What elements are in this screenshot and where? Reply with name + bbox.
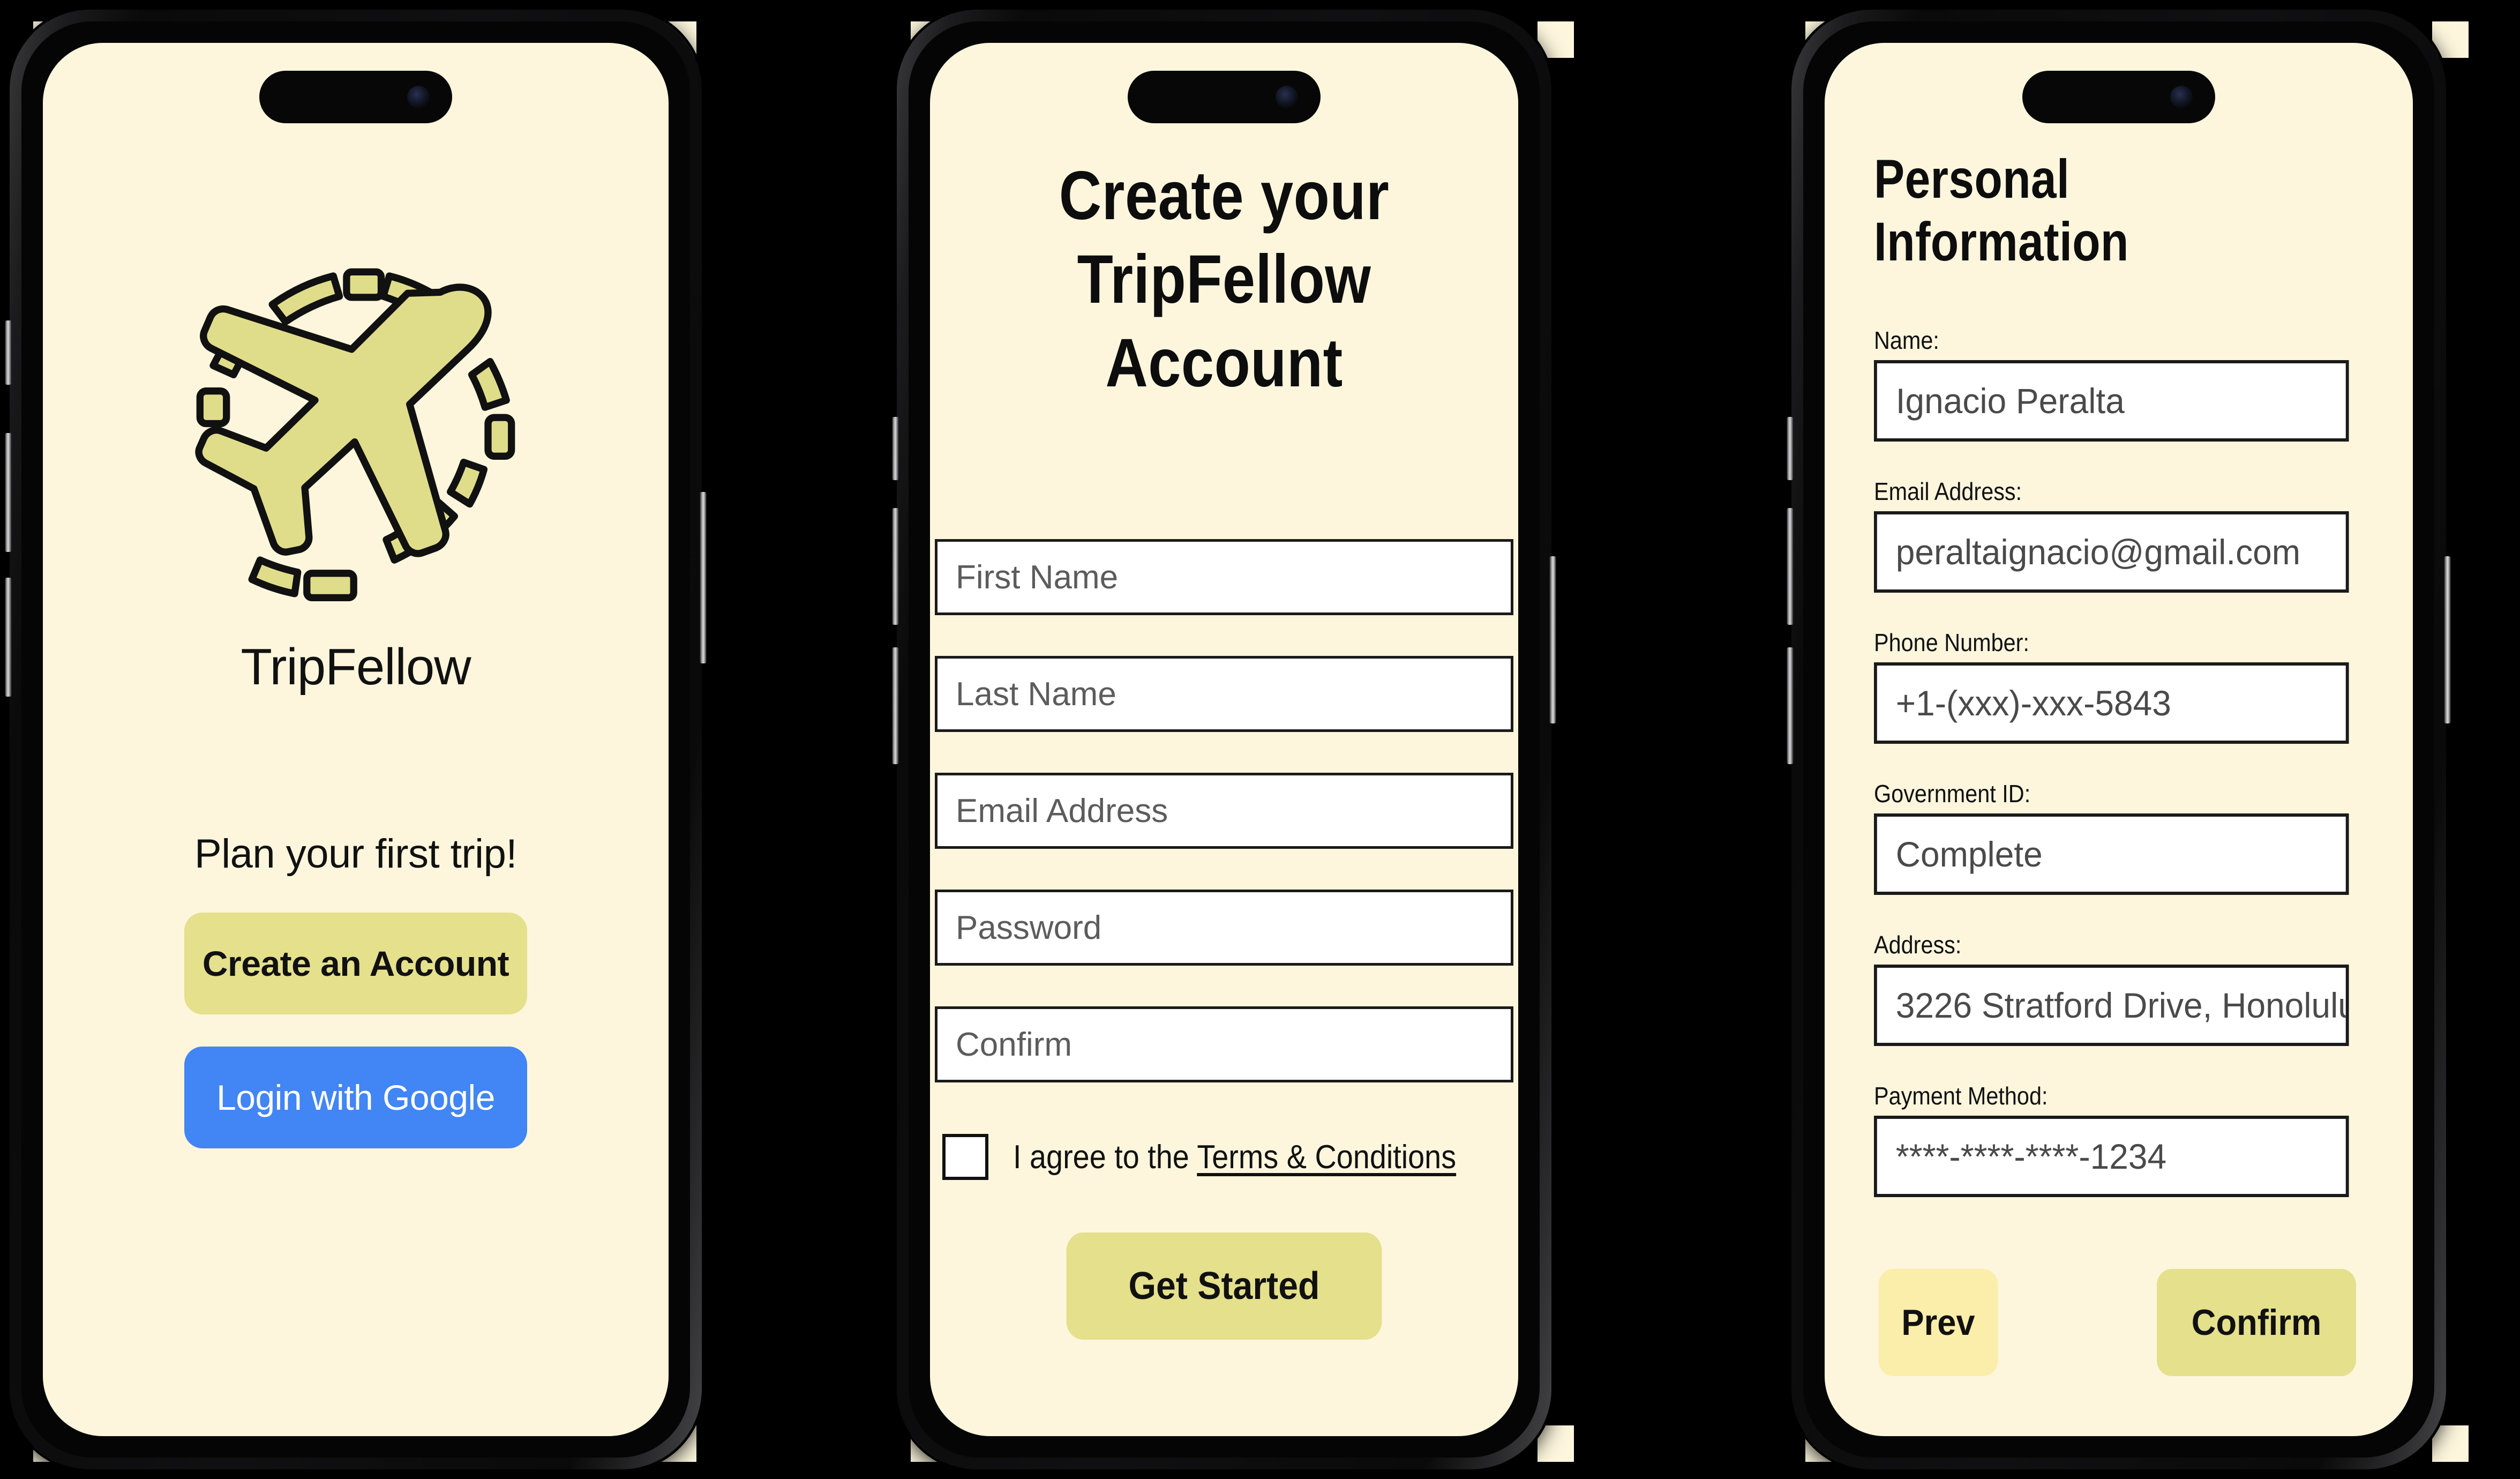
create-account-button[interactable]: Create an Account xyxy=(184,913,527,1014)
last-name-input[interactable]: Last Name xyxy=(935,656,1513,733)
email-address-input[interactable]: peraltaignacio@gmail.com xyxy=(1874,511,2349,593)
power-button[interactable] xyxy=(700,492,707,663)
email-address-input[interactable]: Email Address xyxy=(935,773,1513,849)
phone-mockup-welcome: TripFellow Plan your first trip! Create … xyxy=(5,10,707,1469)
volume-down-button-2[interactable] xyxy=(892,647,899,764)
screen-personal-info: Personal Information Name: Ignacio Peral… xyxy=(1825,43,2413,1436)
front-camera-icon xyxy=(407,86,430,108)
page-title-personal-information: Personal Information xyxy=(1874,148,2129,272)
payment-method-label: Payment Method: xyxy=(1874,1082,2048,1110)
dynamic-island-2 xyxy=(1128,71,1321,123)
signup-title-line-1: Create your xyxy=(1059,158,1390,234)
power-button-3[interactable] xyxy=(2444,556,2451,723)
terms-agreement-label: I agree to the Terms & Conditions xyxy=(1013,1138,1456,1176)
dynamic-island xyxy=(259,71,452,123)
volume-up-button-2[interactable] xyxy=(892,508,899,625)
name-input[interactable]: Ignacio Peralta xyxy=(1874,360,2349,442)
power-button-2[interactable] xyxy=(1549,556,1556,723)
tagline: Plan your first trip! xyxy=(194,831,517,877)
phone-number-label: Phone Number: xyxy=(1874,629,2029,656)
corner-marker-br-3 xyxy=(2432,1425,2469,1462)
terms-and-conditions-link[interactable]: Terms & Conditions xyxy=(1197,1139,1457,1176)
signup-title-line-2: TripFellow Account xyxy=(1077,241,1371,402)
terms-agreement-prefix: I agree to the xyxy=(1013,1138,1197,1176)
volume-up-button-3[interactable] xyxy=(1787,508,1794,625)
name-label: Name: xyxy=(1874,326,1939,354)
volume-down-button[interactable] xyxy=(5,578,12,697)
app-logo xyxy=(152,225,559,632)
phone-bezel-personal-info: Personal Information Name: Ignacio Peral… xyxy=(1803,21,2434,1458)
terms-checkbox[interactable] xyxy=(942,1134,989,1181)
first-name-input[interactable]: First Name xyxy=(935,539,1513,616)
government-id-label: Government ID: xyxy=(1874,780,2031,808)
corner-marker-tr-3 xyxy=(2432,21,2469,58)
volume-up-button[interactable] xyxy=(5,433,12,552)
silent-switch-button-2[interactable] xyxy=(892,417,899,480)
prev-button[interactable]: Prev xyxy=(1878,1269,1998,1376)
silent-switch-button[interactable] xyxy=(5,320,12,385)
phone-number-input[interactable]: +1-(xxx)-xxx-5843 xyxy=(1874,662,2349,744)
front-camera-icon-2 xyxy=(1276,86,1298,108)
phone-bezel-signup: Create your TripFellow Account First Nam… xyxy=(909,21,1540,1458)
dynamic-island-3 xyxy=(2022,71,2215,123)
confirm-button[interactable]: Confirm xyxy=(2157,1269,2356,1376)
app-name: TripFellow xyxy=(241,638,471,696)
front-camera-icon-3 xyxy=(2170,86,2193,108)
login-with-google-button[interactable]: Login with Google xyxy=(184,1047,527,1148)
get-started-button[interactable]: Get Started xyxy=(1066,1232,1382,1340)
phone-mockup-signup: Create your TripFellow Account First Nam… xyxy=(892,10,1556,1469)
volume-down-button-3[interactable] xyxy=(1787,647,1794,764)
phone-bezel-welcome: TripFellow Plan your first trip! Create … xyxy=(21,21,690,1458)
corner-marker-br-2 xyxy=(1538,1425,1574,1462)
password-input[interactable]: Password xyxy=(935,890,1513,966)
government-id-input[interactable]: Complete xyxy=(1874,813,2349,895)
address-label: Address: xyxy=(1874,931,1962,959)
address-input[interactable]: 3226 Stratford Drive, Honolulu, ... xyxy=(1874,965,2349,1046)
terms-agreement-row: I agree to the Terms & Conditions xyxy=(935,1134,1513,1181)
corner-marker-tr-2 xyxy=(1538,21,1574,58)
page-title-signup: Create your TripFellow Account xyxy=(971,154,1477,405)
email-address-label: Email Address: xyxy=(1874,477,2022,505)
confirm-password-input[interactable]: Confirm xyxy=(935,1006,1513,1083)
silent-switch-button-3[interactable] xyxy=(1787,417,1794,480)
phone-mockup-personal-info: Personal Information Name: Ignacio Peral… xyxy=(1787,10,2451,1469)
payment-method-input[interactable]: ****-****-****-1234 xyxy=(1874,1116,2349,1197)
screen-signup: Create your TripFellow Account First Nam… xyxy=(930,43,1518,1436)
personal-info-footer: Prev Confirm xyxy=(1874,1269,2364,1376)
screen-welcome: TripFellow Plan your first trip! Create … xyxy=(43,43,669,1436)
